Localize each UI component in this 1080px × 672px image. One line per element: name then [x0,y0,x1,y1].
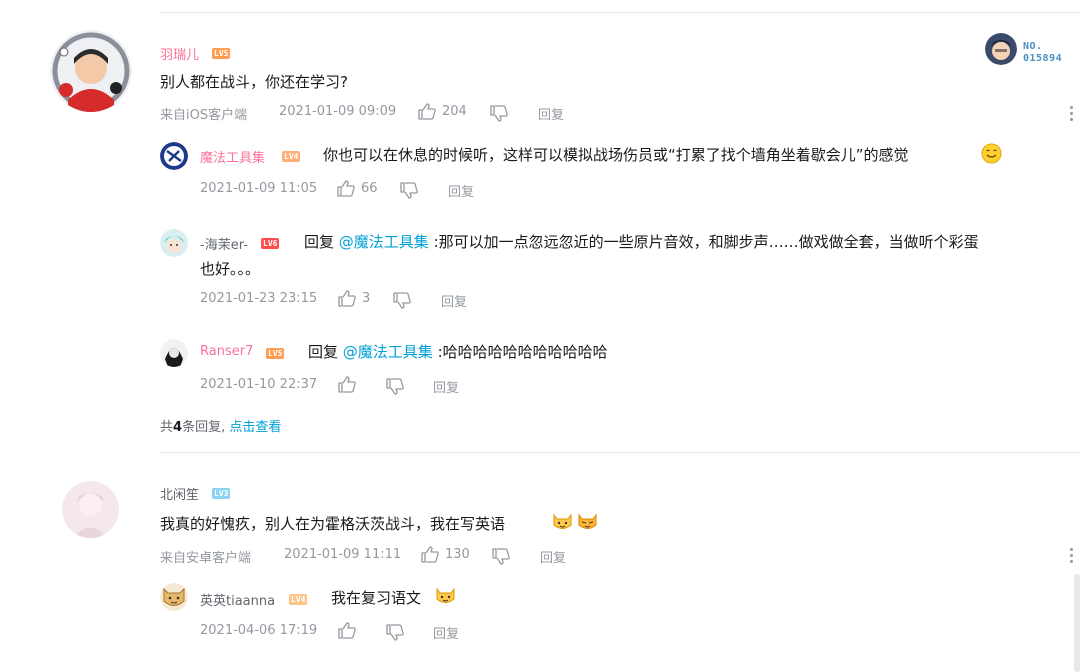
reply-username[interactable]: -海茉er- [200,234,248,253]
comment-text: 别人都在战斗，你还在学习? [160,73,348,91]
cat-emoji-icon [552,511,573,536]
dislike-icon[interactable] [393,292,411,313]
like-count: 66 [361,181,378,196]
reply-username[interactable]: 魔法工具集 [200,147,265,166]
view-more-link[interactable]: 点击查看 [229,420,281,435]
reply-avatar[interactable] [160,142,188,170]
reply-avatar[interactable] [160,339,188,367]
level-badge: LV6 [261,238,280,249]
level-badge: LV4 [282,151,301,162]
smile-emoji-icon [981,143,1002,168]
like-icon[interactable] [337,180,355,201]
level-badge: LV4 [289,594,308,605]
fan-badge-avatar [985,33,1017,65]
reply-username[interactable]: 英英tiaanna [200,590,275,609]
like-icon[interactable] [338,376,356,397]
username[interactable]: 羽瑞儿 [160,44,199,63]
avatar[interactable] [50,30,132,112]
reply-time: 2021-04-06 17:19 [200,623,318,638]
top-divider [160,12,1080,13]
mention-link[interactable]: @魔法工具集 [343,343,433,361]
dislike-icon[interactable] [386,624,404,645]
avatar[interactable] [62,481,119,538]
username[interactable]: 北闲笙 [160,484,199,503]
reply-text: 你也可以在休息的时候听，这样可以模拟战场伤员或“打累了找个墙角坐着歇会儿”的感觉 [323,146,909,164]
reply-avatar[interactable] [160,583,188,611]
dislike-icon[interactable] [386,378,404,399]
like-count: 130 [445,547,470,562]
like-icon[interactable] [338,622,356,643]
like-icon[interactable] [421,546,439,567]
reply-text-continued: 也好。。。 [200,260,261,278]
comment-source: 来自安卓客户端 [160,551,252,566]
reply-text: 我在复习语文 [331,589,422,607]
view-more-replies: 共4条回复, 点击查看 [160,420,282,435]
scrollbar[interactable] [1074,574,1080,672]
reply-time: 2021-01-10 22:37 [200,377,318,392]
level-badge: LV5 [212,48,231,59]
reply-button[interactable]: 回复 [540,547,566,566]
level-badge: LV5 [266,348,285,359]
reply-button[interactable]: 回复 [448,181,474,200]
comment-divider [160,452,1080,453]
reply-button[interactable]: 回复 [441,291,467,310]
like-count: 204 [442,104,467,119]
comment-time: 2021-01-09 09:09 [279,104,397,119]
more-options-icon[interactable] [1070,548,1074,566]
fan-badge-label: NO. [1023,41,1043,52]
like-icon[interactable] [338,290,356,311]
fan-badge-number: 015894 [1023,53,1063,64]
dislike-icon[interactable] [492,548,510,569]
reply-time: 2021-01-23 23:15 [200,291,318,306]
cat-emoji-icon [577,511,598,536]
comment-text: 我真的好愧疚，别人在为霍格沃茨战斗，我在写英语 [160,515,506,533]
like-icon[interactable] [418,103,436,124]
mention-link[interactable]: @魔法工具集 [339,233,429,251]
dislike-icon[interactable] [490,105,508,126]
reply-text: 回复 @魔法工具集 :哈哈哈哈哈哈哈哈哈哈哈 [308,343,608,361]
more-options-icon[interactable] [1070,106,1074,124]
reply-time: 2021-01-09 11:05 [200,181,318,196]
like-count: 3 [362,291,371,306]
cat-emoji-icon [435,585,456,610]
level-badge: LV3 [212,488,231,499]
reply-text: 回复 @魔法工具集 :那可以加一点忽远忽近的一些原片音效，和脚步声……做戏做全套… [304,233,979,251]
comment-source: 来自iOS客户端 [160,108,248,123]
dislike-icon[interactable] [400,182,418,203]
reply-button[interactable]: 回复 [433,623,459,642]
comment-time: 2021-01-09 11:11 [284,547,402,562]
reply-button[interactable]: 回复 [433,377,459,396]
reply-avatar[interactable] [160,229,188,257]
reply-username[interactable]: Ranser7 [200,344,253,359]
reply-button[interactable]: 回复 [538,104,564,123]
